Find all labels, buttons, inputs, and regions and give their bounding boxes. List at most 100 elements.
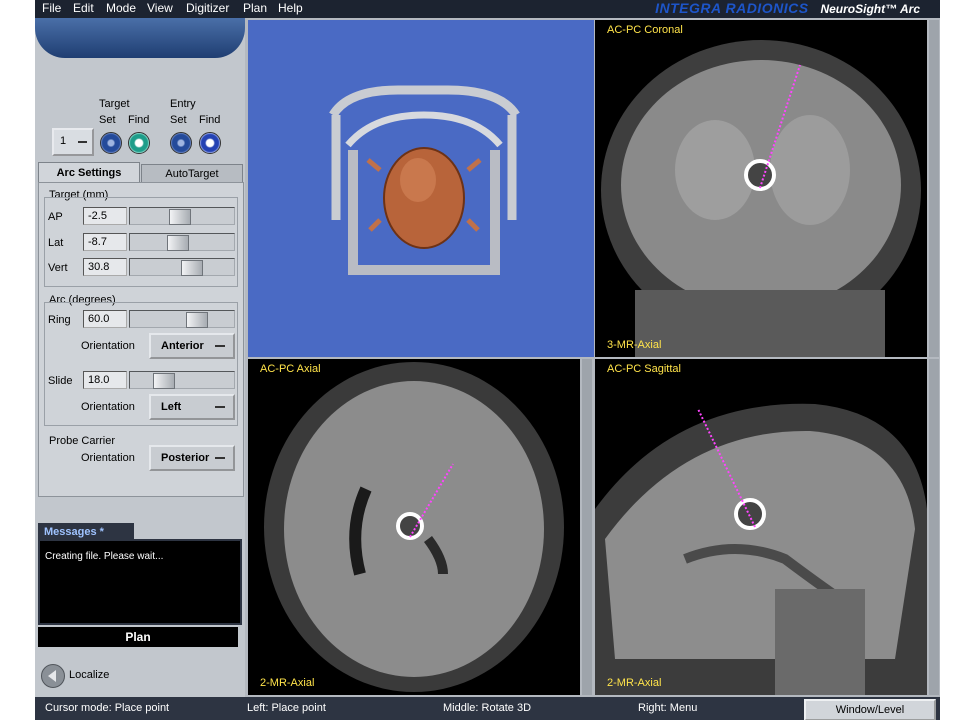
slider-handle[interactable] xyxy=(153,373,175,389)
vert-field[interactable]: 30.8 xyxy=(83,258,127,276)
slider-handle[interactable] xyxy=(167,235,189,251)
axial-scrollbar[interactable] xyxy=(582,359,592,695)
slide-label: Slide xyxy=(48,375,73,387)
lesion-marker xyxy=(396,512,424,540)
coronal-scrollbar[interactable] xyxy=(929,20,939,357)
brand-company: INTEGRA RADIONICS xyxy=(655,0,809,16)
status-right-button: Right: Menu xyxy=(638,702,698,714)
entry-set-crosshair-icon[interactable] xyxy=(170,132,192,154)
panel-header-decoration xyxy=(35,18,245,58)
pin-shape xyxy=(366,158,382,172)
entry-find-label: Find xyxy=(199,114,221,126)
back-arrow-icon xyxy=(41,664,65,688)
vert-slider[interactable] xyxy=(129,258,235,276)
ring-field[interactable]: 60.0 xyxy=(83,310,127,328)
skull-base-shape xyxy=(635,290,885,357)
pin-shape xyxy=(466,158,482,172)
ap-label: AP xyxy=(48,211,63,223)
brand-product: NeuroSight™ Arc xyxy=(820,2,920,16)
target-set-crosshair-icon[interactable] xyxy=(100,132,122,154)
slider-handle[interactable] xyxy=(169,209,191,225)
tab-autotarget[interactable]: AutoTarget xyxy=(141,164,243,183)
chevron-down-icon xyxy=(215,345,225,347)
point-index-combo[interactable]: 1 xyxy=(52,128,94,156)
slider-handle[interactable] xyxy=(181,260,203,276)
axial-view[interactable]: AC-PC Axial 2-MR-Axial xyxy=(248,359,580,695)
target-find-magnifier-icon[interactable] xyxy=(128,132,150,154)
arc-settings-panel: Target (mm) AP -2.5 Lat -8.7 Vert 30.8 A… xyxy=(38,182,244,497)
arc-ring-shape xyxy=(329,85,520,118)
probe-carrier-title: Probe Carrier xyxy=(49,435,116,447)
ring-label: Ring xyxy=(48,314,71,326)
ring-slider[interactable] xyxy=(129,310,235,328)
status-left-button: Left: Place point xyxy=(247,702,326,714)
menu-file[interactable]: File xyxy=(42,1,61,15)
menu-mode[interactable]: Mode xyxy=(106,1,136,15)
probe-orientation-label: Orientation xyxy=(81,452,135,464)
tab-arc-settings[interactable]: Arc Settings xyxy=(38,162,140,183)
3d-view[interactable] xyxy=(248,20,594,357)
target-find-label: Find xyxy=(128,114,150,126)
localize-label: Localize xyxy=(69,669,110,681)
head-highlight-shape xyxy=(400,158,436,202)
pin-shape xyxy=(466,218,480,232)
window-level-button[interactable]: Window/Level xyxy=(804,699,936,720)
menu-edit[interactable]: Edit xyxy=(73,1,94,15)
probe-orientation-dropdown[interactable]: Posterior xyxy=(149,445,235,471)
ap-slider[interactable] xyxy=(129,207,235,225)
head-arc-shape xyxy=(345,111,503,148)
coronal-series-label: 3-MR-Axial xyxy=(607,339,662,351)
ap-field[interactable]: -2.5 xyxy=(83,207,127,225)
slider-handle[interactable] xyxy=(186,312,208,328)
plan-button[interactable]: Plan xyxy=(38,627,238,647)
slide-field[interactable]: 18.0 xyxy=(83,371,127,389)
stereotactic-frame-render xyxy=(329,85,520,275)
brand-logo: INTEGRA RADIONICS NeuroSight™ Arc xyxy=(655,0,920,18)
coronal-view-label: AC-PC Coronal xyxy=(607,24,683,36)
status-middle-button: Middle: Rotate 3D xyxy=(443,702,532,714)
menu-help[interactable]: Help xyxy=(278,1,303,15)
menu-digitizer[interactable]: Digitizer xyxy=(186,1,229,15)
axial-mri-image xyxy=(264,362,564,692)
ring-orientation-value: Anterior xyxy=(161,340,204,352)
ring-orientation-label: Orientation xyxy=(81,340,135,352)
coronal-view[interactable]: AC-PC Coronal 3-MR-Axial xyxy=(595,20,927,357)
target-label: Target xyxy=(99,98,130,110)
lesion-marker xyxy=(734,498,766,530)
axial-series-label: 2-MR-Axial xyxy=(260,677,315,689)
sagittal-view-label: AC-PC Sagittal xyxy=(607,363,681,375)
target-set-label: Set xyxy=(99,114,116,126)
hemisphere-left-shape xyxy=(675,120,755,220)
ring-orientation-dropdown[interactable]: Anterior xyxy=(149,333,235,359)
pin-shape xyxy=(368,218,382,232)
menu-plan[interactable]: Plan xyxy=(243,1,267,15)
lat-label: Lat xyxy=(48,237,64,249)
lat-field[interactable]: -8.7 xyxy=(83,233,127,251)
sagittal-view[interactable]: AC-PC Sagittal 2-MR-Axial xyxy=(595,359,927,695)
coronal-mri-image xyxy=(601,40,921,357)
chevron-down-icon xyxy=(215,406,225,408)
entry-set-label: Set xyxy=(170,114,187,126)
entry-label: Entry xyxy=(170,98,196,110)
chevron-down-icon xyxy=(78,141,87,143)
slide-slider[interactable] xyxy=(129,371,235,389)
menu-bar: File Edit Mode View Digitizer Plan Help … xyxy=(35,0,940,18)
lat-slider[interactable] xyxy=(129,233,235,251)
axial-view-label: AC-PC Axial xyxy=(260,363,321,375)
sagittal-mri-image xyxy=(595,403,927,695)
slide-orientation-label: Orientation xyxy=(81,401,135,413)
brainstem-shape xyxy=(775,589,865,695)
chevron-down-icon xyxy=(215,457,225,459)
app-window: File Edit Mode View Digitizer Plan Help … xyxy=(35,0,940,720)
slide-orientation-value: Left xyxy=(161,401,182,413)
status-bar: Cursor mode: Place point Left: Place poi… xyxy=(35,697,940,720)
slide-orientation-dropdown[interactable]: Left xyxy=(149,394,235,420)
probe-orientation-value: Posterior xyxy=(161,452,210,464)
lesion-marker xyxy=(744,159,776,191)
menu-view[interactable]: View xyxy=(147,1,173,15)
entry-find-magnifier-icon[interactable] xyxy=(199,132,221,154)
vert-label: Vert xyxy=(48,262,68,274)
status-cursor-mode: Cursor mode: Place point xyxy=(45,702,170,714)
messages-box: Creating file. Please wait... xyxy=(38,539,242,625)
sagittal-scrollbar[interactable] xyxy=(929,359,939,695)
